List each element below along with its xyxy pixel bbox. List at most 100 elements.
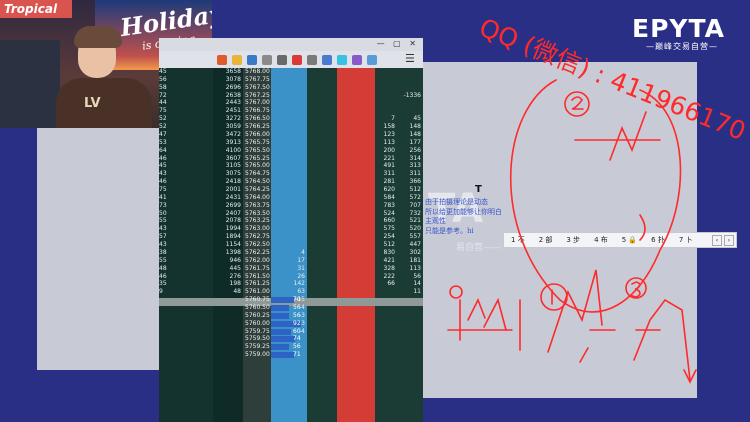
price-cell: 5762.00 [245, 256, 270, 264]
volume-cell: 276 [229, 272, 241, 280]
bid-cell: 26 [297, 272, 305, 280]
ask-cell: 38 [159, 248, 167, 256]
ladder-row[interactable]: 2418 5764.50 46 281 366 [159, 178, 423, 186]
ime-candidate[interactable]: 3 步 [559, 235, 587, 245]
ask-cell: 43 [159, 225, 167, 233]
note-line: 由于拍摄理论是动态 [425, 198, 488, 206]
ladder-row[interactable]: 2443 5767.00 44 [159, 99, 423, 107]
ladder-row[interactable]: 2078 5763.25 55 660 521 [159, 217, 423, 225]
shelf [0, 40, 60, 128]
stat-cell-2: -1336 [403, 91, 421, 99]
window-titlebar[interactable]: — ▢ ✕ [159, 38, 423, 51]
ladder-row[interactable]: 5760.25 -3 [159, 312, 423, 320]
bell-icon[interactable] [232, 54, 242, 65]
flag-icon[interactable] [247, 54, 257, 65]
volume-cell: 2001 [225, 186, 241, 193]
ime-candidate[interactable]: 6 扑 [644, 235, 672, 245]
ladder-row[interactable]: 2696 5767.50 58 [159, 84, 423, 92]
ladder-row[interactable]: 1894 5762.75 57 254 557 [159, 233, 423, 241]
gamepad-icon[interactable] [352, 54, 362, 65]
ladder-row[interactable]: 1154 5762.50 43 512 447 [159, 241, 423, 249]
ime-candidate[interactable]: 5 🔒 [615, 236, 644, 244]
ime-next-icon[interactable]: › [724, 234, 734, 246]
ladder-row[interactable]: 2431 5764.00 41 584 572 [159, 194, 423, 202]
window-controls[interactable]: — ▢ ✕ [377, 39, 419, 48]
ladder-row[interactable]: 5759.25 [159, 343, 423, 351]
ladder-row[interactable]: 5759.75 -4 [159, 328, 423, 336]
stat-cell-2: 557 [409, 233, 421, 241]
ladder-row[interactable]: 3607 5765.25 46 221 314 [159, 155, 423, 163]
search-icon[interactable] [367, 54, 377, 65]
wrench-icon[interactable] [322, 54, 332, 65]
ime-prev-icon[interactable]: ‹ [712, 234, 722, 246]
ime-candidate[interactable]: 2 部 [532, 235, 560, 245]
bid-volume-bar [271, 336, 296, 343]
ladder-row[interactable]: 276 5761.50 26 46 222 56 [159, 273, 423, 281]
price-cell: 5768.00 [245, 68, 270, 75]
ladder-row[interactable]: 2638 5767.25 72 -1336 [159, 92, 423, 100]
text-cursor-icon: T [475, 184, 482, 195]
price-cell: 5763.50 [245, 209, 270, 217]
ladder-row[interactable]: 3272 5766.50 52 7 45 [159, 115, 423, 123]
bid-bar-label: 56 [293, 311, 301, 319]
stat-cell-2: 366 [409, 178, 421, 186]
ladder-row[interactable]: 1398 5762.25 4 38 830 302 [159, 249, 423, 257]
ladder-row[interactable]: 4100 5765.50 64 200 256 [159, 147, 423, 155]
price-cell: 5767.25 [245, 91, 270, 99]
hamburger-menu-icon[interactable]: ☰ [405, 53, 417, 65]
ime-candidate[interactable]: 7 卜 [672, 235, 700, 245]
stat-cell-1: 7 [391, 115, 395, 123]
price-cell: 5762.50 [245, 241, 270, 249]
ime-candidate-bar[interactable]: 1 不2 部3 步4 布5 🔒 6 扑7 卜 ‹ › [503, 232, 737, 248]
bid-cell: 63 [297, 288, 305, 296]
ladder-row[interactable]: 2001 5764.25 75 620 512 [159, 186, 423, 194]
note-line: 主观性 [425, 217, 446, 225]
whiteboard-note[interactable]: 由于拍摄理论是动态 所以给更加能够让你明白 主观性 只能是参考。hi [425, 198, 545, 236]
presenter-hair [74, 26, 122, 48]
ladder-row[interactable]: 2699 5763.75 73 783 707 [159, 202, 423, 210]
brand-tagline: —巅峰交易自营— [646, 42, 718, 51]
bid-volume-bar [271, 312, 290, 319]
volume-cell: 946 [229, 256, 241, 264]
list-icon[interactable] [277, 54, 287, 65]
pencil-icon[interactable] [217, 54, 227, 65]
ask-cell: 46 [159, 178, 167, 186]
brand-logo: EPYTA —巅峰交易自营— [632, 14, 744, 54]
price-cell: 5767.75 [245, 75, 270, 83]
volume-cell: 3078 [225, 75, 241, 83]
ladder-row[interactable]: 3658 5768.00 45 [159, 68, 423, 76]
price-ladder[interactable]: 3658 5768.00 45 3078 5767.75 56 2696 5767.50 58 2… [159, 68, 423, 422]
stat-cell-1: 328 [383, 264, 395, 272]
ask-cell: 50 [159, 209, 167, 217]
volume-cell: 4100 [225, 146, 241, 154]
ask-cell: 43 [159, 170, 167, 178]
stat-cell-2: 521 [409, 217, 421, 225]
stat-cell-2: 113 [409, 264, 421, 272]
ime-candidate[interactable]: 4 布 [587, 235, 615, 245]
ladder-row[interactable]: 48 5761.00 63 9 11 [159, 288, 423, 296]
stat-cell-1: 113 [383, 138, 395, 146]
ladder-row[interactable]: 3078 5767.75 56 [159, 76, 423, 84]
stat-cell-2: 572 [409, 193, 421, 201]
ladder-row[interactable]: 3913 5765.75 53 113 177 [159, 139, 423, 147]
document-icon[interactable] [262, 54, 272, 65]
grid-icon[interactable] [307, 54, 317, 65]
ladder-row[interactable]: 946 5762.00 17 55 421 181 [159, 257, 423, 265]
ladder-row[interactable]: 3105 5765.00 45 491 313 [159, 162, 423, 170]
ladder-row[interactable]: 3059 5766.25 52 158 148 [159, 123, 423, 131]
ladder-row[interactable]: 1994 5763.00 43 575 520 [159, 225, 423, 233]
s-icon[interactable] [337, 54, 347, 65]
ladder-row[interactable]: 2451 5766.75 75 [159, 107, 423, 115]
ladder-row[interactable]: 445 5761.75 31 48 328 113 [159, 265, 423, 273]
ladder-row[interactable]: 198 5761.25 142 35 66 14 [159, 280, 423, 288]
alert-icon[interactable] [292, 54, 302, 65]
ladder-row[interactable]: 2407 5763.50 50 524 732 [159, 210, 423, 218]
ladder-row[interactable]: 3075 5764.75 43 311 311 [159, 170, 423, 178]
price-cell: 5765.00 [245, 162, 270, 170]
price-cell: 5761.50 [245, 272, 270, 280]
ladder-row[interactable]: 5760.50 -4 [159, 304, 423, 312]
ime-candidate[interactable]: 1 不 [504, 235, 532, 245]
price-cell: 5767.00 [245, 99, 270, 107]
note-line: 所以给更加能够让你明白 [425, 207, 502, 216]
ladder-row[interactable]: 3472 5766.00 47 123 148 [159, 131, 423, 139]
